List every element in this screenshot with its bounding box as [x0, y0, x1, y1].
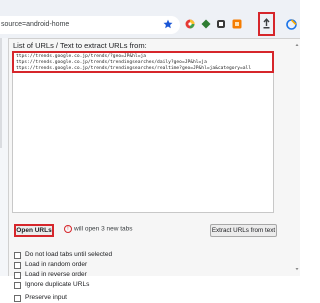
page-scrollbar[interactable]	[0, 38, 2, 148]
open-urls-extension-icon[interactable]	[262, 18, 271, 30]
checkbox[interactable]	[14, 261, 21, 269]
checkbox[interactable]	[14, 294, 21, 302]
tab-count-text: will open 3 new tabs	[74, 225, 133, 233]
option-reverse-order[interactable]: Load in reverse order	[14, 270, 112, 280]
option-random-order[interactable]: Load in random order	[14, 260, 112, 270]
extension-popup: List of URLs / Text to extract URLs from…	[8, 38, 300, 302]
extension-orange-icon[interactable]	[232, 19, 242, 29]
option-label: Load in random order	[25, 261, 88, 268]
url-list-label: List of URLs / Text to extract URLs from…	[13, 41, 147, 50]
option-label: Load in reverse order	[25, 271, 87, 278]
url-list-textarea[interactable]: ttps://trends.google.co.jp/trends/?geo=J…	[12, 51, 274, 73]
option-preserve-input[interactable]: Preserve input	[14, 293, 112, 303]
tab-count-info: ! will open 3 new tabs	[64, 225, 133, 233]
option-ignore-duplicates[interactable]: Ignore duplicate URLs	[14, 280, 112, 290]
url-line: ttps://trends.google.co.jp/trends/trendi…	[16, 66, 252, 71]
extension-dark-icon[interactable]	[216, 19, 226, 29]
bookmark-star-icon[interactable]	[163, 19, 173, 29]
url-list-textarea-body[interactable]	[12, 73, 274, 213]
address-bar[interactable]: source=android-home	[0, 16, 180, 34]
option-label: Do not load tabs until selected	[25, 251, 113, 258]
checkbox[interactable]	[14, 251, 21, 259]
popup-scrollbar[interactable]	[295, 43, 299, 271]
option-label: Preserve input	[25, 294, 67, 301]
option-label: Ignore duplicate URLs	[25, 281, 90, 288]
extension-colorful-icon[interactable]	[185, 19, 195, 29]
checkbox[interactable]	[14, 271, 21, 279]
checkbox[interactable]	[14, 281, 21, 289]
browser-toolbar: source=android-home	[0, 0, 300, 38]
info-icon: !	[64, 225, 72, 233]
open-urls-button[interactable]: Open URLs	[14, 224, 54, 237]
extension-green-icon[interactable]	[201, 19, 211, 29]
chrome-menu-icon[interactable]	[286, 19, 297, 30]
option-lazy-load[interactable]: Do not load tabs until selected	[14, 250, 112, 260]
options-list: Do not load tabs until selected Load in …	[14, 250, 112, 303]
address-text: source=android-home	[1, 21, 70, 28]
extract-urls-button[interactable]: Extract URLs from text	[210, 224, 277, 237]
